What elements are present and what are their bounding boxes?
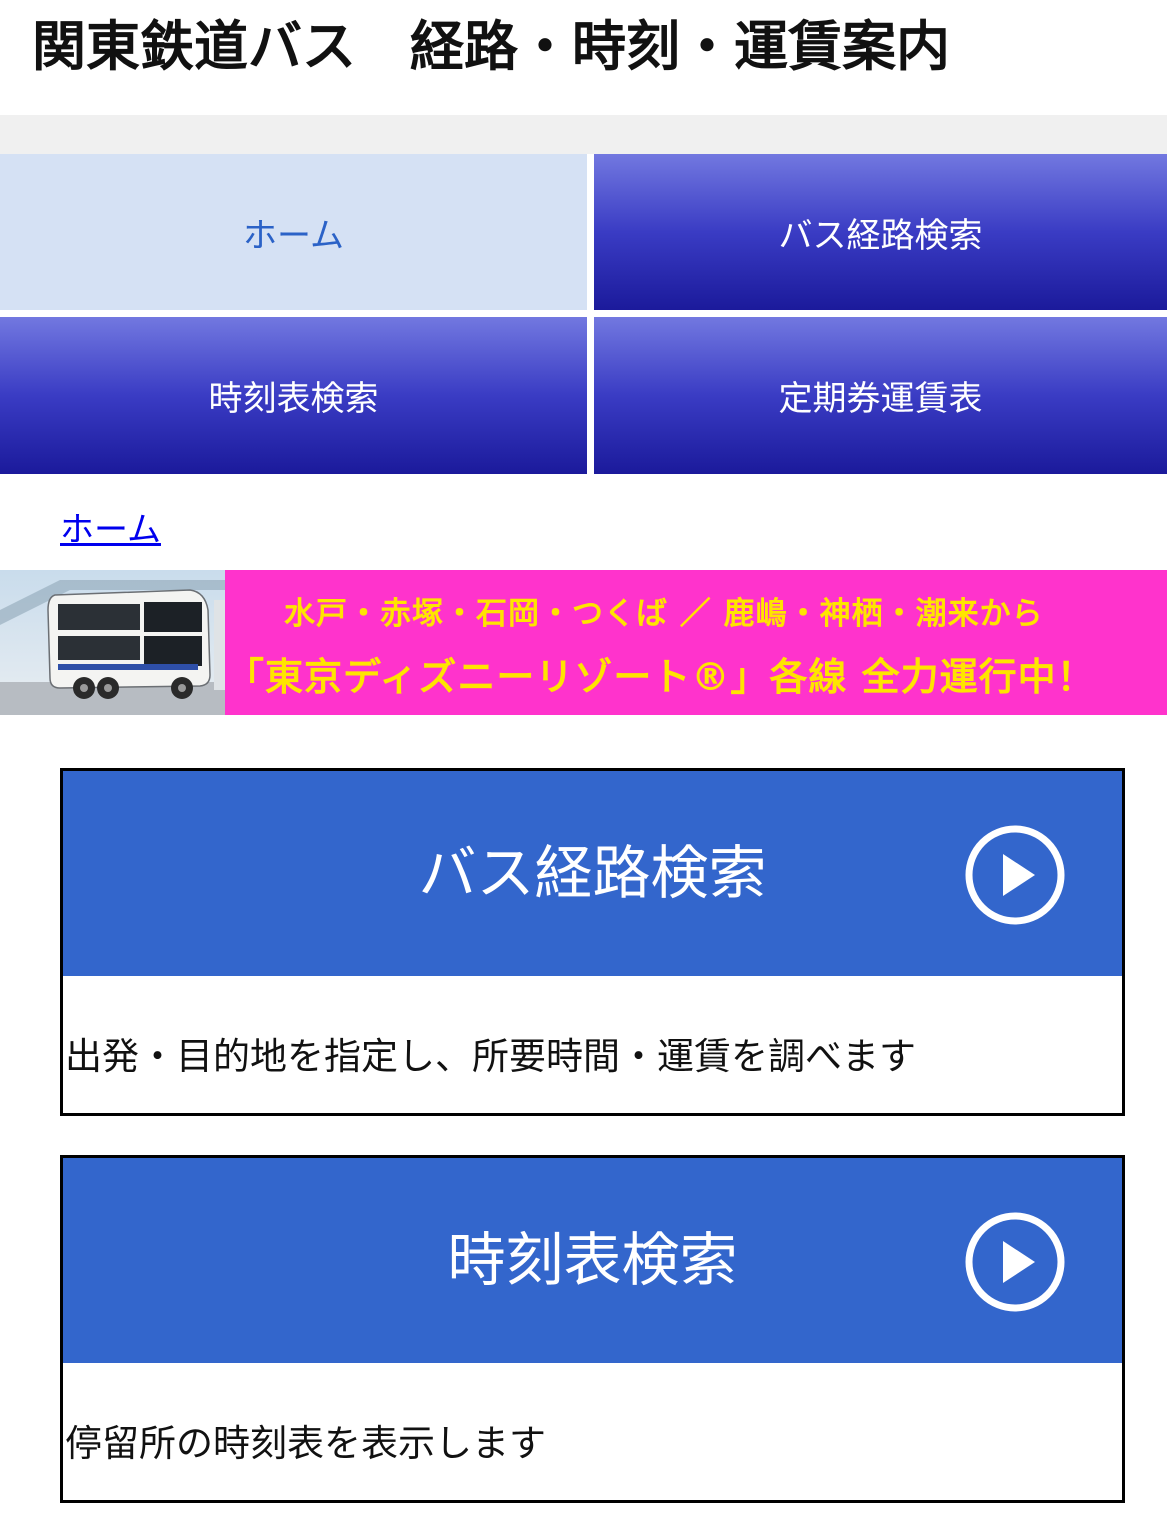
- header-divider-bar: [0, 115, 1167, 154]
- nav-bus-route-search[interactable]: バス経路検索: [594, 154, 1167, 310]
- card-description: 出発・目的地を指定し、所要時間・運賃を調べます: [65, 1035, 916, 1078]
- page-title: 関東鉄道バス 経路・時刻・運賃案内: [32, 15, 950, 78]
- play-circle-icon[interactable]: [963, 823, 1067, 927]
- breadcrumb-home-link[interactable]: ホーム: [60, 502, 161, 551]
- banner-line-2: 「東京ディズニーリゾート®」各線 全力運行中！: [226, 655, 1096, 699]
- play-circle-icon[interactable]: [963, 1210, 1067, 1314]
- card-header: バス経路検索: [63, 771, 1122, 976]
- nav-home[interactable]: ホーム: [0, 154, 587, 310]
- card-header: 時刻表検索: [63, 1158, 1122, 1363]
- main-nav: ホーム バス経路検索 時刻表検索 定期券運賃表: [0, 154, 1167, 474]
- timetable-search-card[interactable]: 時刻表検索 停留所の時刻表を表示します: [60, 1155, 1125, 1503]
- nav-timetable-search[interactable]: 時刻表検索: [0, 317, 587, 474]
- banner-line-1: 水戸・赤塚・石岡・つくば ／ 鹿嶋・神栖・潮来から: [284, 596, 1044, 632]
- bus-route-search-card[interactable]: バス経路検索 出発・目的地を指定し、所要時間・運賃を調べます: [60, 768, 1125, 1116]
- card-description: 停留所の時刻表を表示します: [65, 1422, 546, 1465]
- nav-commuter-pass-fares[interactable]: 定期券運賃表: [594, 317, 1167, 474]
- promo-banner[interactable]: 水戸・赤塚・石岡・つくば ／ 鹿嶋・神栖・潮来から 「東京ディズニーリゾート®」…: [0, 570, 1167, 715]
- bus-photo: [0, 570, 225, 715]
